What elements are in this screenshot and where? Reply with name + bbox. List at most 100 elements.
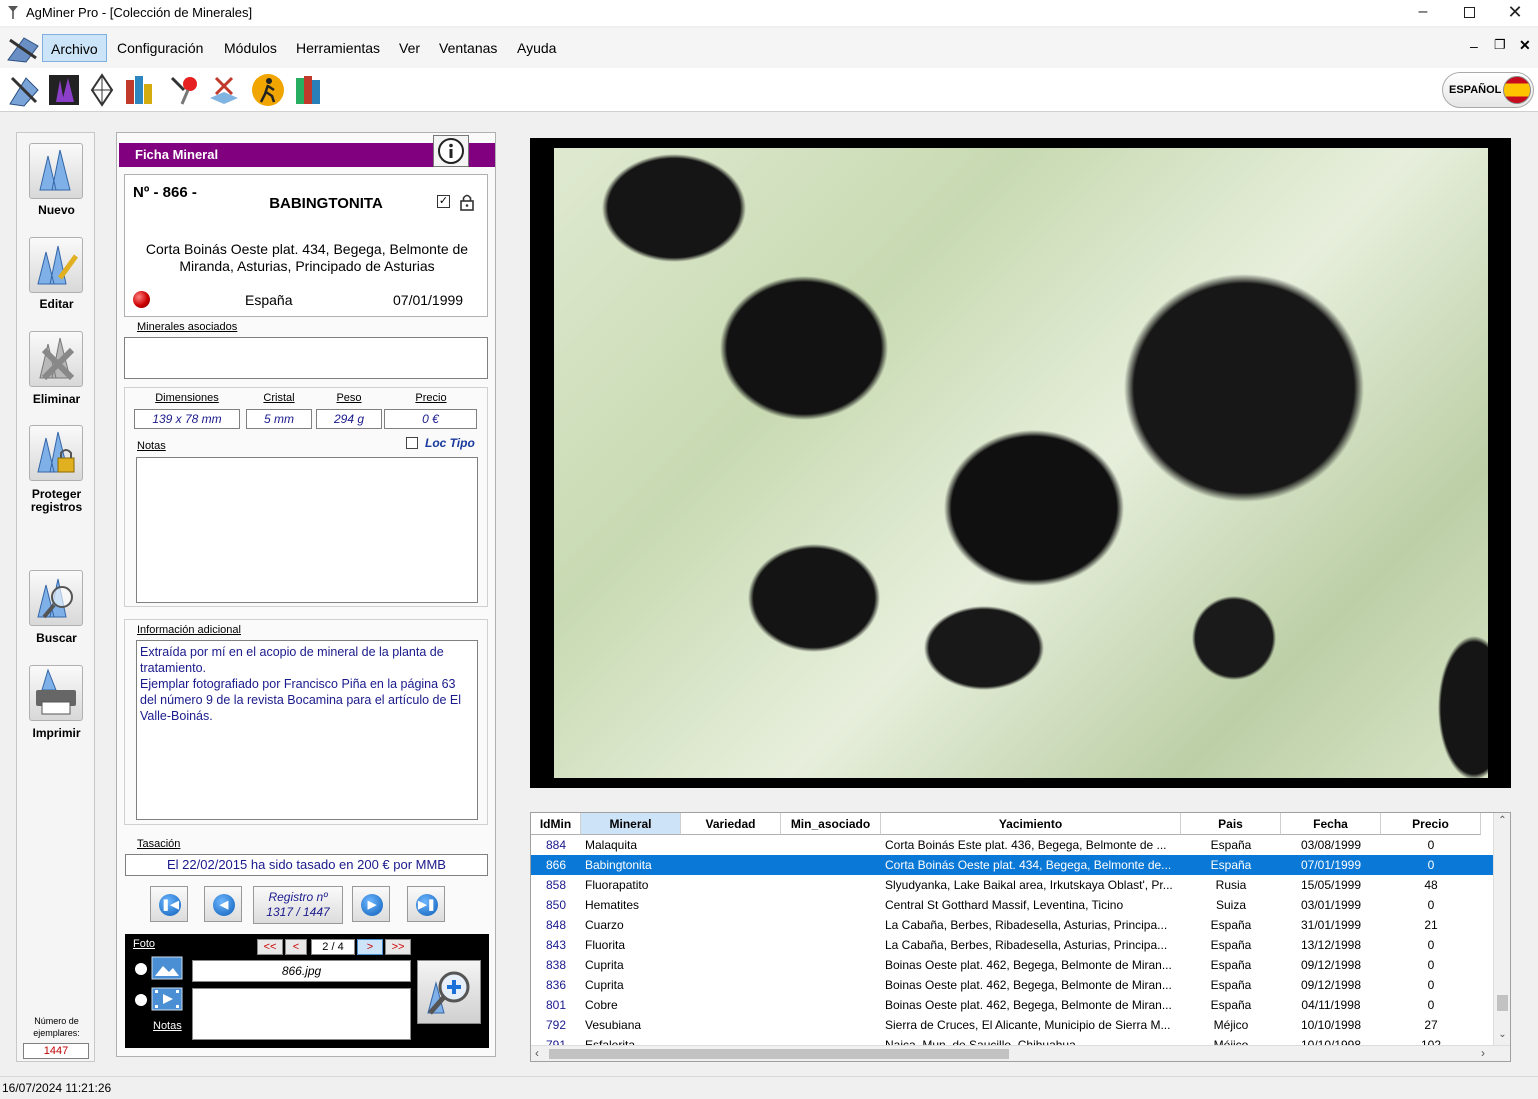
photo-radio[interactable] (135, 963, 147, 975)
vertical-scroll-thumb[interactable] (1497, 995, 1508, 1011)
minimize-icon[interactable]: – (1400, 0, 1446, 26)
checked-checkbox[interactable]: ✓ (437, 195, 450, 208)
zoom-photo-button[interactable] (417, 960, 481, 1024)
buscar-label: Buscar (36, 631, 77, 645)
menu-modulos[interactable]: Módulos (216, 34, 285, 62)
collection-shelf-icon[interactable] (122, 72, 158, 108)
mineral-country: España (245, 292, 293, 308)
photo-first-button[interactable]: << (257, 939, 283, 955)
info-button[interactable] (433, 135, 469, 167)
table-row[interactable]: 836 Cuprita Boinas Oeste plat. 462, Begega… (531, 975, 1493, 995)
maximize-icon[interactable] (1446, 0, 1492, 26)
video-radio[interactable] (135, 994, 147, 1006)
column-header[interactable]: Pais (1181, 813, 1281, 835)
table-cell: España (1210, 978, 1252, 992)
mdi-minimize-icon[interactable]: – (1470, 38, 1478, 54)
associated-minerals-field[interactable] (124, 337, 488, 379)
mdi-restore-icon[interactable]: ❐ (1494, 37, 1506, 53)
horizontal-scrollbar[interactable]: ‹ › (531, 1045, 1510, 1061)
price-field[interactable]: 0 € (384, 409, 477, 429)
last-record-button[interactable]: ▶❚ (407, 886, 445, 922)
notes-field[interactable] (136, 457, 478, 603)
table-cell: 858 (545, 878, 567, 892)
table-row[interactable]: 801 Cobre Boinas Oeste plat. 462, Begega, … (531, 995, 1493, 1015)
crystal-outline-icon[interactable] (84, 72, 120, 108)
table-cell: España (1210, 838, 1252, 852)
column-header[interactable]: Precio (1381, 813, 1481, 835)
column-header[interactable]: Yacimiento (881, 813, 1181, 835)
table-cell (781, 855, 881, 875)
horizontal-scroll-thumb[interactable] (549, 1049, 1009, 1059)
tasacion-field[interactable]: El 22/02/2015 ha sido tasado en 200 € po… (125, 854, 488, 876)
table-row[interactable]: 858 Fluorapatito Slyudyanka, Lake Baikal a… (531, 875, 1493, 895)
mineral-photo[interactable] (554, 148, 1488, 778)
table-row[interactable]: 791 Esfalerita Naica, Mun. de Saucillo, Ch… (531, 1035, 1493, 1045)
video-notes-field[interactable] (192, 988, 411, 1040)
info-line: Extraída por mí en el acopio de mineral … (140, 645, 444, 659)
buscar-button[interactable] (29, 570, 83, 626)
eliminar-button[interactable] (29, 331, 83, 387)
proteger-registros-button[interactable] (29, 425, 83, 481)
column-header[interactable]: Mineral (581, 813, 681, 835)
table-row[interactable]: 884 Malaquita Corta Boinás Este plat. 436,… (531, 835, 1493, 855)
loc-tipo-label: Loc Tipo (425, 436, 475, 450)
loc-tipo-checkbox[interactable] (406, 437, 418, 449)
table-cell: España (1210, 998, 1252, 1012)
photo-filename-field[interactable]: 866.jpg (192, 960, 411, 982)
info-field[interactable]: Extraída por mí en el acopio de mineral … (136, 640, 478, 820)
map-tools-icon[interactable] (206, 72, 242, 108)
column-header[interactable]: Fecha (1281, 813, 1381, 835)
menu-ventanas[interactable]: Ventanas (431, 34, 505, 62)
scroll-down-icon[interactable]: ⌄ (1496, 1029, 1509, 1040)
column-header[interactable]: Variedad (681, 813, 781, 835)
mdi-close-icon[interactable]: ✕ (1519, 37, 1531, 54)
scroll-up-icon[interactable]: ⌃ (1496, 815, 1509, 826)
table-row[interactable]: 848 Cuarzo La Cabaña, Berbes, Ribadesella,… (531, 915, 1493, 935)
table-cell (681, 975, 781, 995)
photo-next-button[interactable]: > (357, 939, 383, 955)
table-row[interactable]: 850 Hematites Central St Gotthard Massif, … (531, 895, 1493, 915)
menu-ayuda[interactable]: Ayuda (509, 34, 564, 62)
column-header[interactable]: IdMin (531, 813, 581, 835)
minerals-tool-icon[interactable] (6, 72, 42, 108)
books-icon[interactable] (290, 72, 326, 108)
info-line: Ejemplar fotografiado por Francisco Piña… (140, 677, 456, 691)
nuevo-button[interactable] (29, 143, 83, 199)
table-cell: Cuarzo (585, 918, 624, 932)
menu-configuracion[interactable]: Configuración (109, 34, 211, 62)
crystal-purple-icon[interactable] (46, 72, 82, 108)
lock-icon[interactable] (459, 193, 475, 211)
language-button[interactable]: ESPAÑOL (1442, 72, 1534, 108)
photo-last-button[interactable]: >> (385, 939, 411, 955)
scroll-left-icon[interactable]: ‹ (535, 1046, 539, 1060)
scroll-right-icon[interactable]: › (1481, 1046, 1485, 1060)
menu-herramientas[interactable]: Herramientas (288, 34, 388, 62)
table-cell: 03/08/1999 (1300, 838, 1362, 852)
photo-prev-button[interactable]: < (285, 939, 307, 955)
dimensions-field[interactable]: 139 x 78 mm (134, 409, 240, 429)
hiker-icon[interactable] (250, 72, 286, 108)
first-record-button[interactable]: ❚◀ (150, 886, 188, 922)
editar-button[interactable] (29, 237, 83, 293)
table-row[interactable]: 838 Cuprita Boinas Oeste plat. 462, Begega… (531, 955, 1493, 975)
menu-ver[interactable]: Ver (391, 34, 428, 62)
prev-record-button[interactable]: ◀ (204, 886, 242, 922)
table-row[interactable]: 843 Fluorita La Cabaña, Berbes, Ribadesell… (531, 935, 1493, 955)
location-pin-icon[interactable] (166, 72, 202, 108)
vertical-scrollbar[interactable]: ⌃ ⌄ (1493, 813, 1510, 1045)
table-row[interactable]: 866 Babingtonita Corta Boinás Oeste plat. … (531, 855, 1493, 875)
table-cell: 31/01/1999 (1300, 918, 1362, 932)
next-record-button[interactable]: ▶ (352, 886, 390, 922)
table-cell: Cuprita (585, 978, 624, 992)
close-icon[interactable]: ✕ (1492, 0, 1538, 26)
weight-field[interactable]: 294 g (316, 409, 382, 429)
crystal-field[interactable]: 5 mm (246, 409, 312, 429)
table-cell: Méjico (1213, 1018, 1249, 1032)
table-cell: España (1210, 918, 1252, 932)
imprimir-button[interactable] (29, 665, 83, 721)
column-header[interactable]: Min_asociado (781, 813, 881, 835)
table-cell: 791 (545, 1038, 567, 1045)
table-cell: Méjico (1213, 1038, 1249, 1045)
table-row[interactable]: 792 Vesubiana Sierra de Cruces, El Alicant… (531, 1015, 1493, 1035)
menu-archivo[interactable]: Archivo (42, 34, 107, 62)
